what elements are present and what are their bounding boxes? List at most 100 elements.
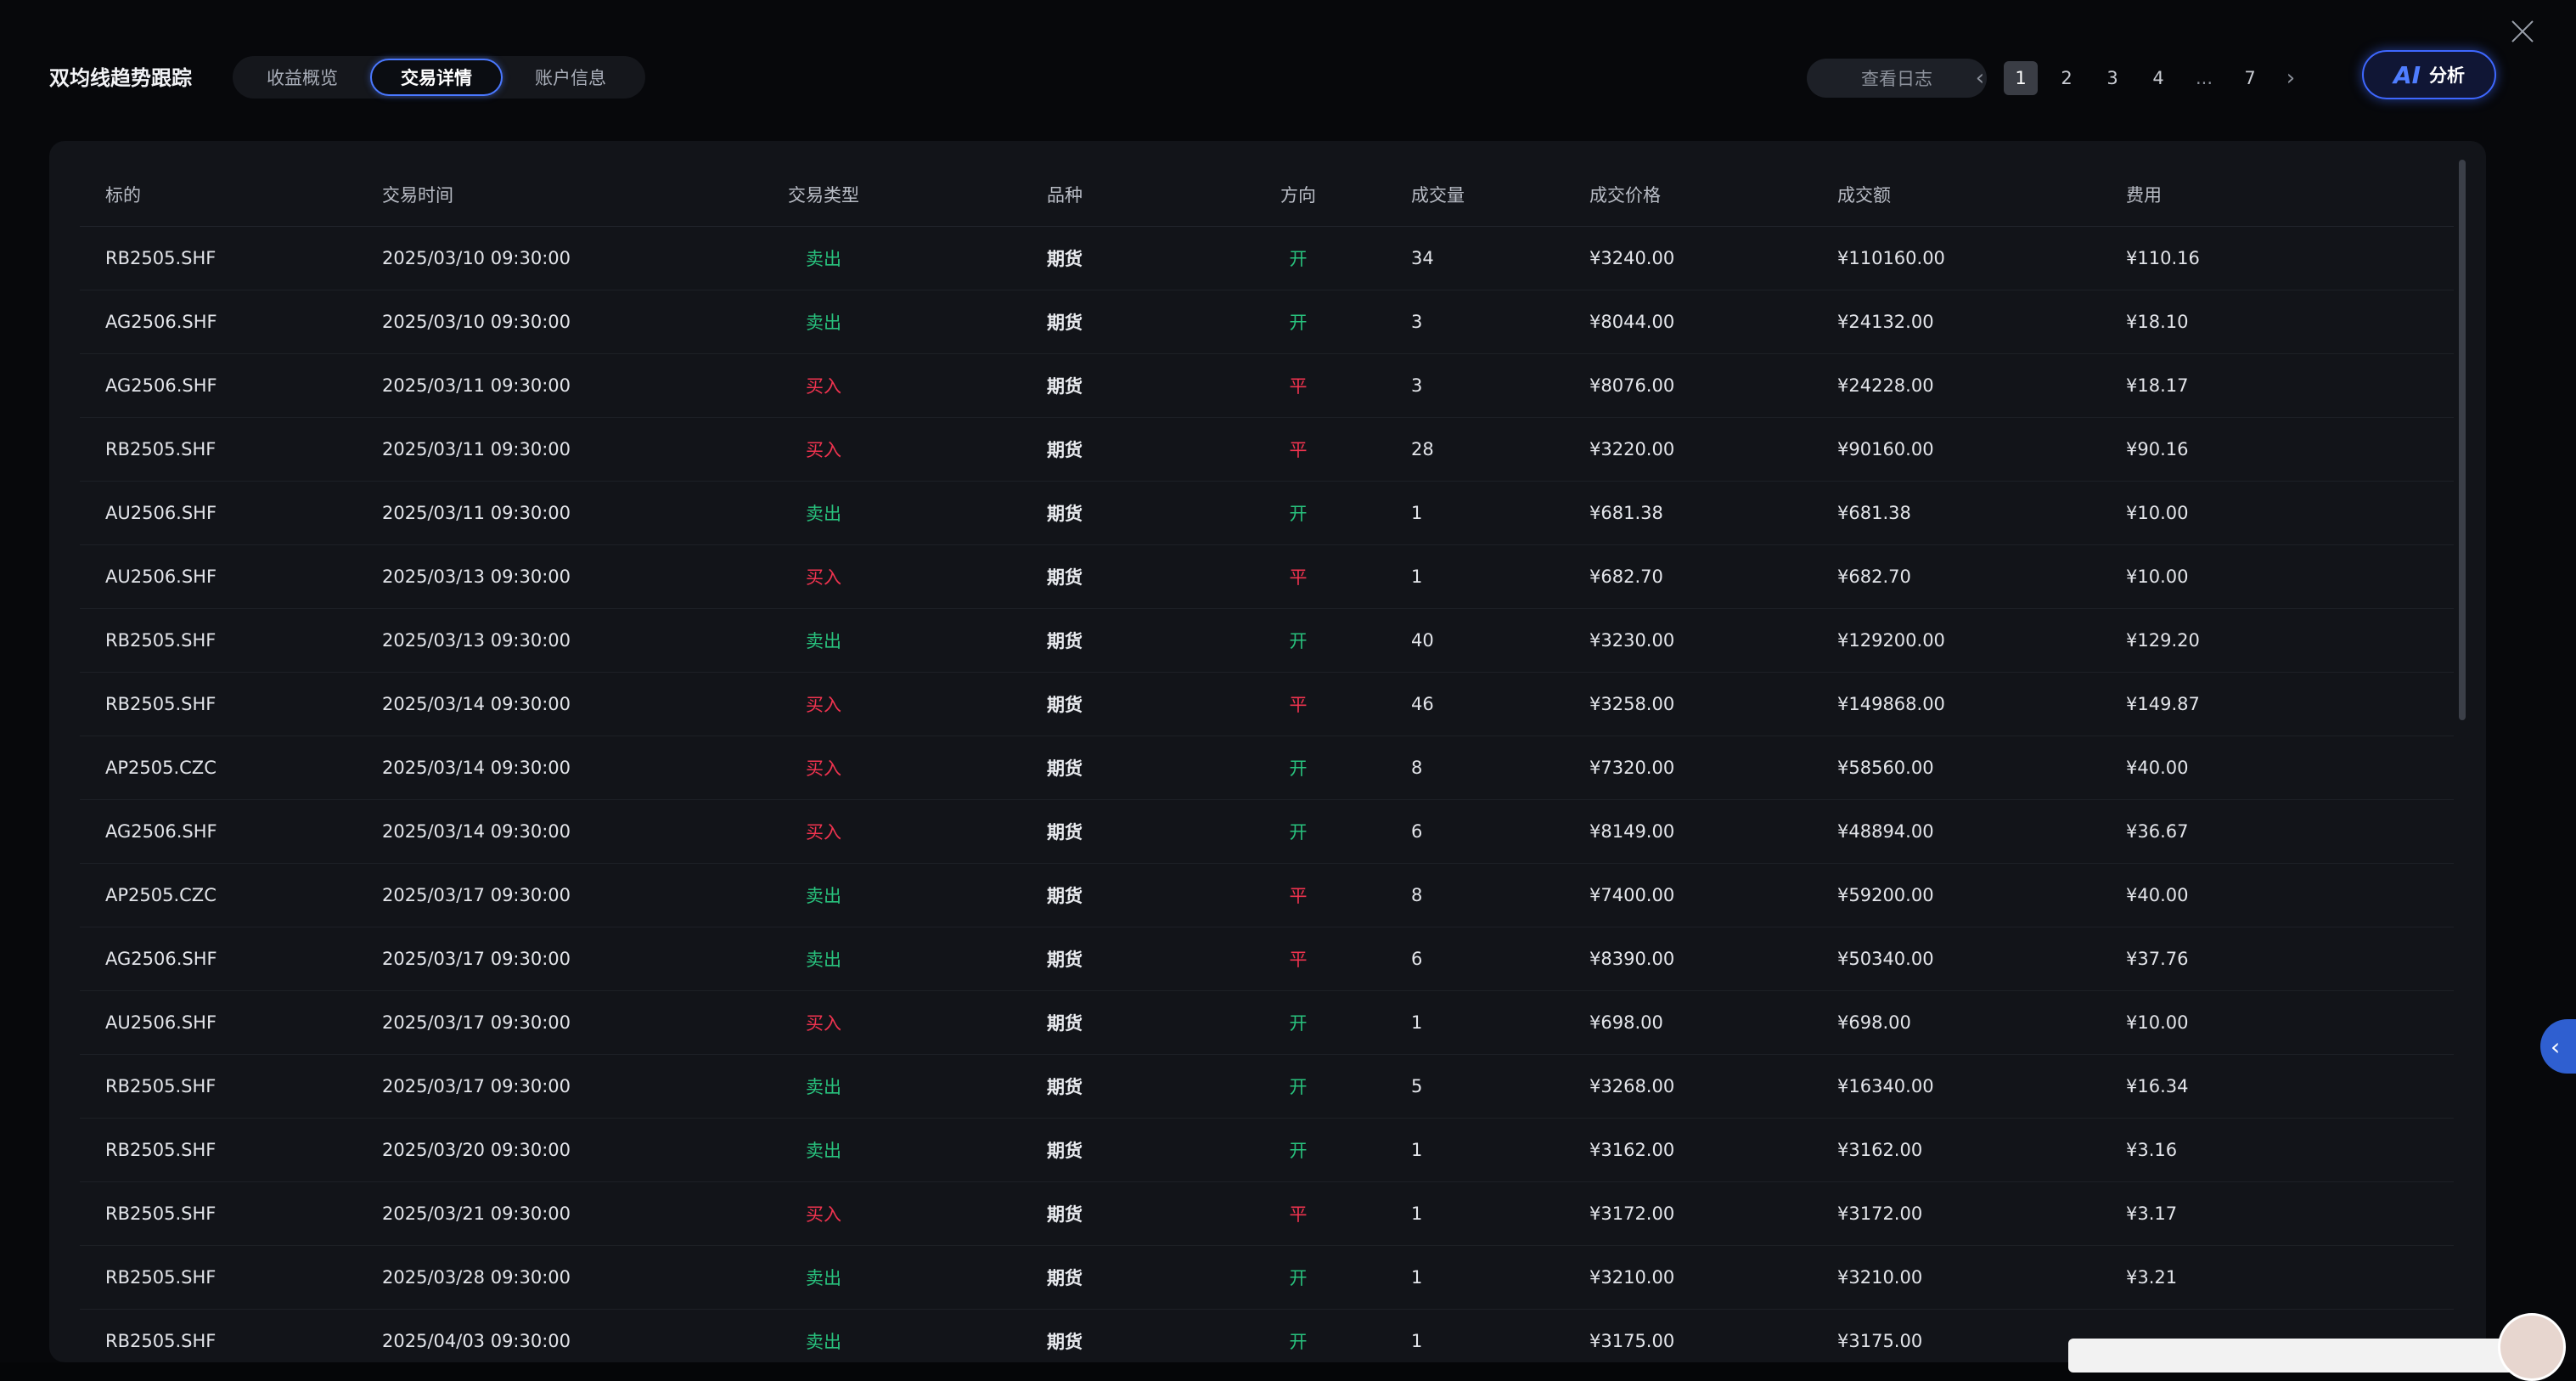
cell-volume: 1 <box>1375 1181 1588 1245</box>
cell-variety: 期货 <box>908 417 1221 481</box>
table-row: RB2505.SHF2025/03/21 09:30:00买入期货平1¥3172… <box>80 1181 2454 1245</box>
cell-volume: 28 <box>1375 417 1588 481</box>
cell-fee: ¥110.16 <box>2126 226 2454 290</box>
cell-symbol: AG2506.SHF <box>80 290 382 353</box>
cell-amount: ¥16340.00 <box>1837 1054 2126 1118</box>
cell-trade-type: 卖出 <box>739 290 908 353</box>
tab-overview[interactable]: 收益概览 <box>238 59 367 96</box>
cell-price: ¥8044.00 <box>1588 290 1837 353</box>
table-row: AG2506.SHF2025/03/10 09:30:00卖出期货开3¥8044… <box>80 290 2454 353</box>
ai-button-label: 分析 <box>2429 62 2465 87</box>
cell-variety: 期货 <box>908 672 1221 736</box>
page-2[interactable]: 2 <box>2050 61 2084 95</box>
cell-volume: 1 <box>1375 1118 1588 1181</box>
cell-fee: ¥10.00 <box>2126 544 2454 608</box>
cell-volume: 1 <box>1375 481 1588 544</box>
cell-symbol: RB2505.SHF <box>80 1118 382 1181</box>
cell-symbol: RB2505.SHF <box>80 226 382 290</box>
page-4[interactable]: 4 <box>2141 61 2175 95</box>
cell-price: ¥3230.00 <box>1588 608 1837 672</box>
table-row: AG2506.SHF2025/03/11 09:30:00买入期货平3¥8076… <box>80 353 2454 417</box>
table-header-row: 标的 交易时间 交易类型 品种 方向 成交量 成交价格 成交额 费用 <box>80 163 2454 226</box>
cell-variety: 期货 <box>908 1309 1221 1362</box>
table-row: RB2505.SHF2025/03/20 09:30:00卖出期货开1¥3162… <box>80 1118 2454 1181</box>
page-1[interactable]: 1 <box>2004 61 2038 95</box>
cell-direction: 开 <box>1221 799 1375 863</box>
cell-direction: 平 <box>1221 927 1375 990</box>
cell-time: 2025/03/13 09:30:00 <box>382 544 739 608</box>
cell-variety: 期货 <box>908 544 1221 608</box>
close-icon[interactable] <box>2508 17 2537 46</box>
cell-amount: ¥110160.00 <box>1837 226 2126 290</box>
cell-direction: 开 <box>1221 608 1375 672</box>
cell-fee: ¥18.17 <box>2126 353 2454 417</box>
cell-trade-type: 买入 <box>739 1181 908 1245</box>
avatar[interactable] <box>2498 1313 2566 1381</box>
cell-direction: 平 <box>1221 544 1375 608</box>
table-row: AG2506.SHF2025/03/14 09:30:00买入期货开6¥8149… <box>80 799 2454 863</box>
table-row: AU2506.SHF2025/03/13 09:30:00买入期货平1¥682.… <box>80 544 2454 608</box>
tab-bar: 收益概览 交易详情 账户信息 <box>233 56 645 99</box>
cell-time: 2025/03/13 09:30:00 <box>382 608 739 672</box>
chevron-right-icon[interactable]: › <box>2279 61 2303 95</box>
cell-amount: ¥149868.00 <box>1837 672 2126 736</box>
cell-fee: ¥16.34 <box>2126 1054 2454 1118</box>
cell-price: ¥7400.00 <box>1588 863 1837 927</box>
cell-amount: ¥24228.00 <box>1837 353 2126 417</box>
cell-variety: 期货 <box>908 1054 1221 1118</box>
tab-account-info[interactable]: 账户信息 <box>506 59 635 96</box>
tab-trade-details[interactable]: 交易详情 <box>370 59 503 96</box>
cell-trade-type: 卖出 <box>739 1054 908 1118</box>
cell-amount: ¥681.38 <box>1837 481 2126 544</box>
cell-variety: 期货 <box>908 799 1221 863</box>
cell-variety: 期货 <box>908 481 1221 544</box>
chevron-left-icon[interactable]: ‹ <box>1968 61 1992 95</box>
trade-table-body: RB2505.SHF2025/03/10 09:30:00卖出期货开34¥324… <box>80 226 2454 1362</box>
cell-trade-type: 买入 <box>739 990 908 1054</box>
cell-trade-type: 卖出 <box>739 1245 908 1309</box>
cell-time: 2025/03/17 09:30:00 <box>382 1054 739 1118</box>
column-header-type: 交易类型 <box>739 163 908 226</box>
cell-symbol: AU2506.SHF <box>80 990 382 1054</box>
page-title: 双均线趋势跟踪 <box>49 61 192 91</box>
cell-symbol: AG2506.SHF <box>80 799 382 863</box>
cell-price: ¥8149.00 <box>1588 799 1837 863</box>
cell-variety: 期货 <box>908 608 1221 672</box>
cell-volume: 34 <box>1375 226 1588 290</box>
cell-direction: 平 <box>1221 863 1375 927</box>
side-collapse-tab[interactable]: ‹ <box>2540 1019 2576 1074</box>
view-log-button[interactable]: 查看日志 <box>1807 59 1987 98</box>
cell-direction: 开 <box>1221 1245 1375 1309</box>
cell-trade-type: 买入 <box>739 353 908 417</box>
cell-variety: 期货 <box>908 1181 1221 1245</box>
column-header-time: 交易时间 <box>382 163 739 226</box>
cell-time: 2025/04/03 09:30:00 <box>382 1309 739 1362</box>
cell-amount: ¥90160.00 <box>1837 417 2126 481</box>
cell-symbol: RB2505.SHF <box>80 672 382 736</box>
cell-price: ¥8076.00 <box>1588 353 1837 417</box>
cell-symbol: AU2506.SHF <box>80 481 382 544</box>
ai-analysis-button[interactable]: AI 分析 <box>2362 50 2496 99</box>
ime-toolbar <box>2068 1339 2544 1373</box>
cell-direction: 平 <box>1221 672 1375 736</box>
cell-trade-type: 买入 <box>739 417 908 481</box>
cell-price: ¥3210.00 <box>1588 1245 1837 1309</box>
cell-symbol: AG2506.SHF <box>80 353 382 417</box>
page-3[interactable]: 3 <box>2095 61 2129 95</box>
cell-price: ¥8390.00 <box>1588 927 1837 990</box>
column-header-variety: 品种 <box>908 163 1221 226</box>
cell-fee: ¥3.17 <box>2126 1181 2454 1245</box>
cell-trade-type: 卖出 <box>739 608 908 672</box>
cell-trade-type: 卖出 <box>739 226 908 290</box>
cell-volume: 40 <box>1375 608 1588 672</box>
pagination-ellipsis: ... <box>2187 61 2221 95</box>
table-scrollbar[interactable] <box>2459 160 2466 720</box>
cell-price: ¥3162.00 <box>1588 1118 1837 1181</box>
cell-symbol: RB2505.SHF <box>80 1181 382 1245</box>
cell-time: 2025/03/14 09:30:00 <box>382 672 739 736</box>
page-last[interactable]: 7 <box>2233 61 2267 95</box>
cell-time: 2025/03/17 09:30:00 <box>382 863 739 927</box>
cell-fee: ¥10.00 <box>2126 481 2454 544</box>
cell-time: 2025/03/11 09:30:00 <box>382 481 739 544</box>
cell-direction: 开 <box>1221 481 1375 544</box>
